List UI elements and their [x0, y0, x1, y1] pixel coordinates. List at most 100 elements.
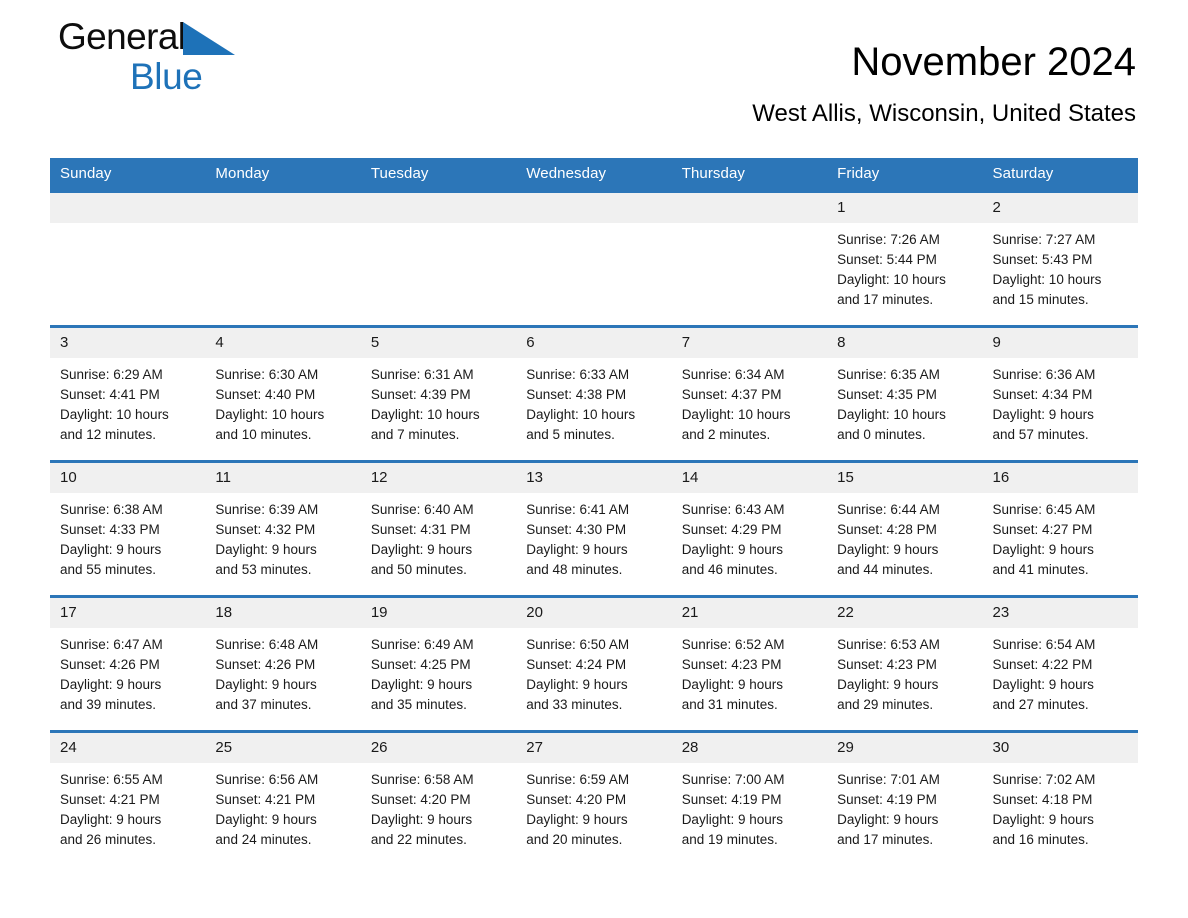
day-cell[interactable]: 7 Sunrise: 6:34 AM Sunset: 4:37 PM Dayli…	[671, 325, 828, 462]
general-blue-logo[interactable]: General Blue	[58, 17, 318, 102]
daylight-text-line1: Daylight: 9 hours	[992, 542, 1094, 557]
daylight-text-line2: and 31 minutes.	[681, 697, 778, 712]
daylight-text-line2: and 46 minutes.	[681, 562, 778, 577]
day-details: Sunrise: 6:58 AM Sunset: 4:20 PM Dayligh…	[361, 763, 516, 850]
sunset-text: Sunset: 4:32 PM	[215, 522, 316, 537]
day-details: Sunrise: 6:30 AM Sunset: 4:40 PM Dayligh…	[205, 358, 360, 445]
day-cell[interactable]: 2 Sunrise: 7:27 AM Sunset: 5:43 PM Dayli…	[982, 190, 1138, 327]
day-number: 8	[827, 328, 983, 358]
daylight-text-line2: and 12 minutes.	[60, 427, 157, 442]
day-cell[interactable]: 22 Sunrise: 6:53 AM Sunset: 4:23 PM Dayl…	[827, 595, 983, 732]
day-details: Sunrise: 6:55 AM Sunset: 4:21 PM Dayligh…	[50, 763, 205, 850]
day-cell[interactable]: 4 Sunrise: 6:30 AM Sunset: 4:40 PM Dayli…	[205, 325, 361, 462]
sunrise-text: Sunrise: 6:36 AM	[992, 367, 1096, 382]
day-number: 24	[50, 733, 206, 763]
day-cell[interactable]: 21 Sunrise: 6:52 AM Sunset: 4:23 PM Dayl…	[671, 595, 828, 732]
sunset-text: Sunset: 5:44 PM	[837, 252, 937, 267]
weekday-header-monday: Monday	[205, 158, 361, 192]
day-cell[interactable]: 5 Sunrise: 6:31 AM Sunset: 4:39 PM Dayli…	[360, 325, 517, 462]
day-cell[interactable]: 19 Sunrise: 6:49 AM Sunset: 4:25 PM Dayl…	[360, 595, 517, 732]
sunset-text: Sunset: 4:18 PM	[992, 792, 1093, 807]
daylight-text-line1: Daylight: 9 hours	[526, 812, 628, 827]
day-details: Sunrise: 6:29 AM Sunset: 4:41 PM Dayligh…	[50, 358, 205, 445]
sunrise-text: Sunrise: 6:47 AM	[60, 637, 163, 652]
sunset-text: Sunset: 4:40 PM	[215, 387, 316, 402]
day-cell[interactable]: 6 Sunrise: 6:33 AM Sunset: 4:38 PM Dayli…	[516, 325, 672, 462]
day-details: Sunrise: 6:44 AM Sunset: 4:28 PM Dayligh…	[827, 493, 982, 580]
day-cell[interactable]: 16 Sunrise: 6:45 AM Sunset: 4:27 PM Dayl…	[982, 460, 1138, 597]
sunrise-text: Sunrise: 6:39 AM	[215, 502, 319, 517]
day-cell[interactable]: 20 Sunrise: 6:50 AM Sunset: 4:24 PM Dayl…	[516, 595, 672, 732]
day-cell[interactable]: 9 Sunrise: 6:36 AM Sunset: 4:34 PM Dayli…	[982, 325, 1138, 462]
day-cell[interactable]: 25 Sunrise: 6:56 AM Sunset: 4:21 PM Dayl…	[205, 730, 361, 867]
day-number: 27	[516, 733, 672, 763]
sunset-text: Sunset: 4:20 PM	[370, 792, 471, 807]
day-details: Sunrise: 7:01 AM Sunset: 4:19 PM Dayligh…	[827, 763, 982, 850]
daylight-text-line1: Daylight: 10 hours	[837, 407, 946, 422]
sunset-text: Sunset: 4:24 PM	[526, 657, 627, 672]
day-cell[interactable]: 24 Sunrise: 6:55 AM Sunset: 4:21 PM Dayl…	[50, 730, 206, 867]
daylight-text-line2: and 26 minutes.	[60, 832, 157, 847]
day-cell[interactable]: 12 Sunrise: 6:40 AM Sunset: 4:31 PM Dayl…	[360, 460, 517, 597]
day-number: 15	[827, 463, 983, 493]
day-number: 6	[516, 328, 672, 358]
day-cell[interactable]: 3 Sunrise: 6:29 AM Sunset: 4:41 PM Dayli…	[50, 325, 206, 462]
day-details: Sunrise: 6:38 AM Sunset: 4:33 PM Dayligh…	[50, 493, 205, 580]
sunset-text: Sunset: 4:29 PM	[681, 522, 782, 537]
daylight-text-line2: and 16 minutes.	[992, 832, 1089, 847]
sunrise-text: Sunrise: 6:34 AM	[681, 367, 785, 382]
daylight-text-line2: and 48 minutes.	[526, 562, 623, 577]
day-cell[interactable]: 8 Sunrise: 6:35 AM Sunset: 4:35 PM Dayli…	[827, 325, 983, 462]
day-cell[interactable]: 27 Sunrise: 6:59 AM Sunset: 4:20 PM Dayl…	[516, 730, 672, 867]
day-number: 13	[516, 463, 672, 493]
day-details: Sunrise: 6:33 AM Sunset: 4:38 PM Dayligh…	[516, 358, 671, 445]
day-cell[interactable]: 26 Sunrise: 6:58 AM Sunset: 4:20 PM Dayl…	[360, 730, 517, 867]
day-cell[interactable]: 13 Sunrise: 6:41 AM Sunset: 4:30 PM Dayl…	[516, 460, 672, 597]
day-cell[interactable]	[360, 190, 517, 327]
day-details: Sunrise: 7:00 AM Sunset: 4:19 PM Dayligh…	[672, 763, 827, 850]
sunset-text: Sunset: 4:41 PM	[60, 387, 160, 402]
sunrise-text: Sunrise: 6:29 AM	[60, 367, 163, 382]
page-masthead: General Blue November 2024 West Allis, W…	[50, 0, 1138, 158]
sunset-text: Sunset: 4:25 PM	[370, 657, 471, 672]
day-cell[interactable]: 10 Sunrise: 6:38 AM Sunset: 4:33 PM Dayl…	[50, 460, 206, 597]
day-cell[interactable]: 30 Sunrise: 7:02 AM Sunset: 4:18 PM Dayl…	[982, 730, 1138, 867]
day-number: 28	[671, 733, 828, 763]
day-number: 26	[360, 733, 517, 763]
day-cell[interactable]: 17 Sunrise: 6:47 AM Sunset: 4:26 PM Dayl…	[50, 595, 206, 732]
daylight-text-line2: and 39 minutes.	[60, 697, 157, 712]
week-row: 10 Sunrise: 6:38 AM Sunset: 4:33 PM Dayl…	[50, 460, 1138, 597]
day-number	[516, 193, 672, 223]
day-cell[interactable]: 18 Sunrise: 6:48 AM Sunset: 4:26 PM Dayl…	[205, 595, 361, 732]
daylight-text-line2: and 20 minutes.	[526, 832, 623, 847]
day-details: Sunrise: 6:47 AM Sunset: 4:26 PM Dayligh…	[50, 628, 205, 715]
day-cell[interactable]	[205, 190, 361, 327]
day-cell[interactable]	[50, 190, 206, 327]
sunset-text: Sunset: 4:23 PM	[681, 657, 782, 672]
day-cell[interactable]: 28 Sunrise: 7:00 AM Sunset: 4:19 PM Dayl…	[671, 730, 828, 867]
sunset-text: Sunset: 4:21 PM	[215, 792, 316, 807]
day-details: Sunrise: 6:41 AM Sunset: 4:30 PM Dayligh…	[516, 493, 671, 580]
daylight-text-line2: and 29 minutes.	[837, 697, 934, 712]
day-cell[interactable]: 1 Sunrise: 7:26 AM Sunset: 5:44 PM Dayli…	[827, 190, 983, 327]
daylight-text-line2: and 35 minutes.	[370, 697, 467, 712]
weekday-header-saturday: Saturday	[982, 158, 1138, 192]
day-cell[interactable]: 11 Sunrise: 6:39 AM Sunset: 4:32 PM Dayl…	[205, 460, 361, 597]
sunrise-text: Sunrise: 7:26 AM	[837, 232, 940, 247]
daylight-text-line2: and 44 minutes.	[837, 562, 934, 577]
daylight-text-line1: Daylight: 9 hours	[526, 677, 628, 692]
sunrise-text: Sunrise: 6:38 AM	[60, 502, 163, 517]
day-cell[interactable]: 23 Sunrise: 6:54 AM Sunset: 4:22 PM Dayl…	[982, 595, 1138, 732]
sunset-text: Sunset: 4:27 PM	[992, 522, 1093, 537]
day-cell[interactable]: 14 Sunrise: 6:43 AM Sunset: 4:29 PM Dayl…	[671, 460, 828, 597]
day-cell[interactable]	[516, 190, 672, 327]
sunrise-text: Sunrise: 6:54 AM	[992, 637, 1096, 652]
day-details: Sunrise: 6:59 AM Sunset: 4:20 PM Dayligh…	[516, 763, 671, 850]
day-cell[interactable]: 15 Sunrise: 6:44 AM Sunset: 4:28 PM Dayl…	[827, 460, 983, 597]
daylight-text-line1: Daylight: 9 hours	[60, 677, 162, 692]
sunset-text: Sunset: 4:23 PM	[837, 657, 937, 672]
day-number: 11	[205, 463, 361, 493]
day-details: Sunrise: 6:53 AM Sunset: 4:23 PM Dayligh…	[827, 628, 982, 715]
day-cell[interactable]	[671, 190, 828, 327]
day-cell[interactable]: 29 Sunrise: 7:01 AM Sunset: 4:19 PM Dayl…	[827, 730, 983, 867]
